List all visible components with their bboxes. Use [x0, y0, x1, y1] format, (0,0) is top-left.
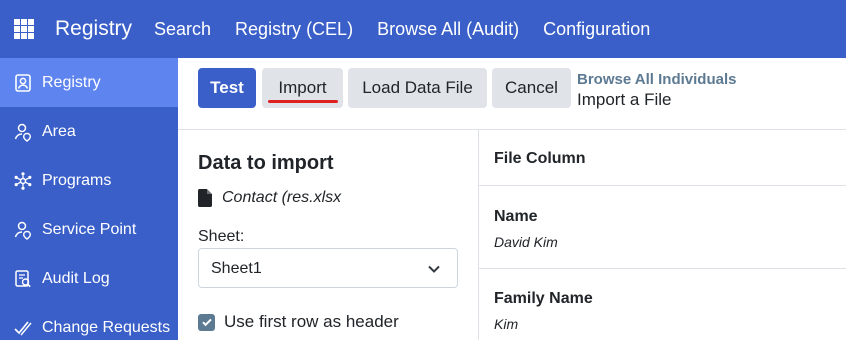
test-button[interactable]: Test	[198, 68, 256, 108]
sidebar-item-registry[interactable]: Registry	[0, 58, 178, 107]
apps-grid-icon[interactable]	[14, 19, 34, 39]
panel-divider	[478, 129, 479, 340]
top-navbar: Registry Search Registry (CEL) Browse Al…	[0, 0, 846, 58]
nav-registry-cel[interactable]: Registry (CEL)	[235, 19, 353, 40]
field-family-name-label: Family Name	[494, 290, 593, 307]
sheet-select-value: Sheet1	[211, 260, 262, 277]
person-pin-icon	[14, 123, 32, 142]
chevron-down-icon	[428, 265, 440, 273]
sheet-label: Sheet:	[198, 228, 245, 245]
load-data-file-button[interactable]: Load Data File	[348, 68, 487, 108]
file-info: Contact (res.xlsx	[198, 189, 341, 207]
sidebar-item-audit-log[interactable]: Audit Log	[0, 254, 178, 303]
field-family-name-value: Kim	[494, 316, 519, 332]
person-badge-icon	[15, 73, 31, 92]
header-row-label: Use first row as header	[224, 312, 399, 331]
file-column-header: File Column	[494, 150, 586, 167]
file-name: Contact (res.xlsx	[222, 189, 342, 206]
sidebar-item-label: Audit Log	[42, 269, 110, 287]
breadcrumb-parent-link[interactable]: Browse All Individuals	[577, 71, 736, 88]
data-to-import-title: Data to import	[198, 152, 334, 174]
sidebar-item-label: Programs	[42, 171, 112, 189]
sidebar-item-programs[interactable]: Programs	[0, 156, 178, 205]
field-divider	[479, 268, 846, 269]
checkmark-icon	[201, 318, 212, 327]
breadcrumb-current: Import a File	[577, 90, 672, 109]
nav-browse-all-audit[interactable]: Browse All (Audit)	[377, 19, 519, 40]
nav-search[interactable]: Search	[154, 19, 211, 40]
field-name-label: Name	[494, 208, 538, 225]
header-row-option[interactable]: Use first row as header	[198, 312, 399, 332]
sidebar: Registry Area Programs Service Point Aud…	[0, 58, 178, 340]
person-pin-icon	[14, 221, 32, 240]
sidebar-item-label: Service Point	[42, 220, 137, 238]
check-request-icon	[14, 320, 32, 335]
main-nav: Search Registry (CEL) Browse All (Audit)…	[154, 19, 674, 40]
sidebar-item-label: Area	[42, 122, 76, 140]
sidebar-item-label: Change Requests	[42, 318, 171, 336]
sidebar-item-label: Registry	[42, 73, 101, 91]
file-icon	[198, 189, 212, 207]
cancel-button[interactable]: Cancel	[492, 68, 571, 108]
brand-title[interactable]: Registry	[55, 17, 132, 41]
sidebar-item-area[interactable]: Area	[0, 107, 178, 156]
sidebar-item-service-point[interactable]: Service Point	[0, 205, 178, 254]
content-divider	[178, 129, 846, 130]
nav-configuration[interactable]: Configuration	[543, 19, 650, 40]
annotation-underline	[268, 100, 338, 103]
header-row-checkbox[interactable]	[198, 313, 215, 331]
column-header-divider	[479, 185, 846, 186]
sidebar-item-change-requests[interactable]: Change Requests	[0, 303, 178, 340]
field-name-value: David Kim	[494, 234, 558, 250]
network-icon	[14, 171, 32, 190]
audit-log-icon	[15, 269, 31, 287]
sheet-select[interactable]: Sheet1	[198, 248, 458, 288]
